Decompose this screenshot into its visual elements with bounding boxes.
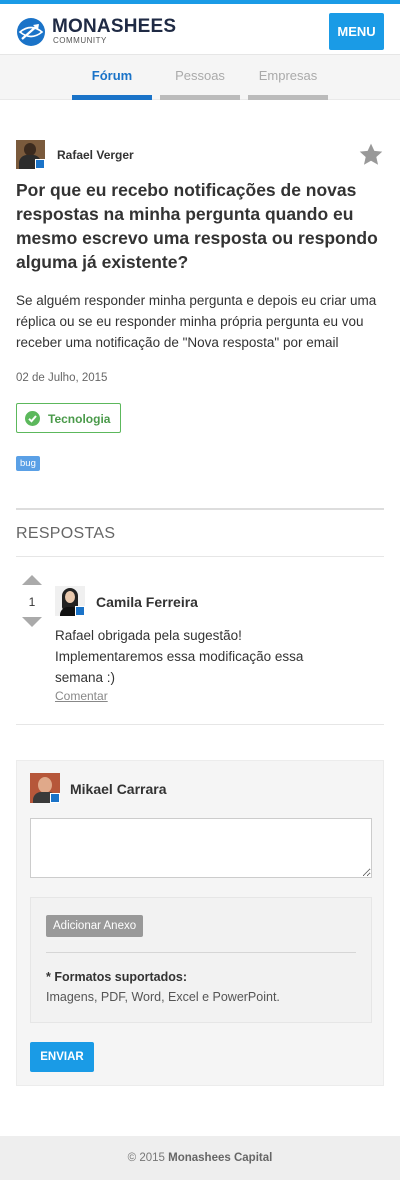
linkedin-icon	[50, 793, 60, 803]
tab-forum[interactable]: Fórum	[72, 55, 152, 100]
comment-link[interactable]: Comentar	[55, 689, 108, 703]
linkedin-icon	[35, 159, 45, 169]
category-badge[interactable]: Tecnologia	[16, 403, 121, 433]
question-title: Por que eu recebo notificações de novas …	[16, 180, 378, 272]
main-tabs: Fórum Pessoas Empresas	[0, 55, 400, 100]
tab-pessoas[interactable]: Pessoas	[160, 55, 240, 100]
reply-form: Mikael Carrara Adicionar Anexo * Formato…	[16, 760, 384, 1086]
upvote-icon[interactable]	[22, 575, 42, 585]
tab-empresas-indicator	[248, 95, 328, 100]
downvote-icon[interactable]	[22, 617, 42, 627]
section-divider	[16, 724, 384, 725]
vote-count: 1	[28, 595, 36, 609]
add-attachment-button[interactable]: Adicionar Anexo	[46, 915, 144, 937]
avatar[interactable]	[16, 140, 45, 169]
formats-list: Imagens, PDF, Word, Excel e PowerPoint.	[46, 990, 280, 1004]
section-divider	[16, 508, 384, 510]
check-circle-icon	[25, 411, 40, 426]
answer-author-name[interactable]: Camila Ferreira	[96, 594, 198, 610]
tab-pessoas-indicator	[160, 95, 240, 100]
globe-arrow-icon[interactable]	[16, 17, 46, 47]
site-header: MONASHEES COMMUNITY MENU	[0, 4, 400, 55]
site-footer: © 2015 Monashees Capital	[0, 1136, 400, 1180]
question-date: 02 de Julho, 2015	[16, 372, 108, 384]
tab-pessoas-label: Pessoas	[175, 68, 225, 83]
category-label: Tecnologia	[48, 412, 111, 426]
question-author-name[interactable]: Rafael Verger	[57, 148, 134, 162]
reply-author-name: Mikael Carrara	[70, 781, 167, 797]
reply-textarea[interactable]	[30, 818, 372, 878]
attachment-panel: Adicionar Anexo * Formatos suportados: I…	[30, 897, 372, 1023]
menu-button[interactable]: MENU	[329, 13, 384, 50]
tab-empresas-label: Empresas	[258, 68, 318, 83]
tab-empresas[interactable]: Empresas	[248, 55, 328, 100]
tab-forum-indicator	[72, 95, 152, 100]
question-author: Rafael Verger	[16, 140, 384, 170]
tab-forum-label: Fórum	[91, 68, 133, 83]
brand[interactable]: MONASHEES COMMUNITY	[52, 17, 176, 45]
attachment-divider	[46, 952, 356, 953]
footer-company: Monashees Capital	[168, 1152, 273, 1164]
avatar[interactable]	[55, 586, 85, 616]
footer-copyright: © 2015	[127, 1152, 165, 1164]
section-divider	[16, 556, 384, 557]
answer-body: Rafael obrigada pela sugestão! Implement…	[55, 628, 304, 685]
send-button[interactable]: ENVIAR	[30, 1042, 94, 1072]
avatar[interactable]	[30, 773, 60, 803]
question-body: Se alguém responder minha pergunta e dep…	[16, 293, 377, 350]
tag-badge[interactable]: bug	[16, 456, 40, 471]
star-icon[interactable]	[358, 142, 384, 168]
formats-title: * Formatos suportados:	[46, 970, 187, 984]
brand-name: MONASHEES	[52, 16, 177, 37]
brand-subtitle: COMMUNITY	[53, 36, 107, 45]
linkedin-icon	[75, 606, 85, 616]
answers-heading: RESPOSTAS	[16, 525, 116, 542]
